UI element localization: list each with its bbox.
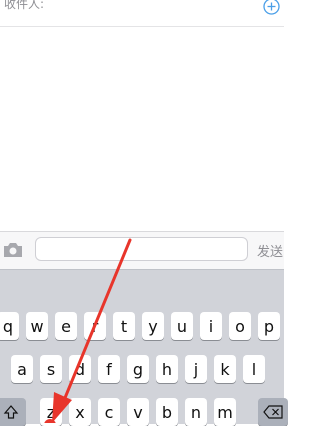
key-w[interactable]: w: [26, 312, 48, 340]
key-d[interactable]: d: [69, 355, 91, 383]
key-g[interactable]: g: [127, 355, 149, 383]
shift-key[interactable]: [0, 398, 26, 426]
key-n[interactable]: n: [185, 398, 207, 426]
key-r[interactable]: r: [84, 312, 106, 340]
recipient-bar: 收件人:: [0, 0, 284, 27]
backspace-icon: [263, 405, 283, 419]
key-t[interactable]: t: [113, 312, 135, 340]
key-v[interactable]: v: [127, 398, 149, 426]
key-f[interactable]: f: [98, 355, 120, 383]
key-k[interactable]: k: [214, 355, 236, 383]
key-s[interactable]: s: [40, 355, 62, 383]
key-z[interactable]: z: [40, 398, 62, 426]
key-u[interactable]: u: [171, 312, 193, 340]
key-h[interactable]: h: [156, 355, 178, 383]
key-i[interactable]: i: [200, 312, 222, 340]
key-q[interactable]: q: [0, 312, 19, 340]
send-button[interactable]: 发送: [257, 241, 283, 260]
shift-icon: [3, 405, 19, 419]
key-c[interactable]: c: [98, 398, 120, 426]
camera-icon[interactable]: [2, 241, 24, 259]
recipient-label: 收件人:: [4, 0, 45, 11]
key-x[interactable]: x: [69, 398, 91, 426]
key-j[interactable]: j: [185, 355, 207, 383]
key-p[interactable]: p: [258, 312, 280, 340]
keyboard-row-2: a s d f g h j k l: [0, 355, 284, 383]
key-o[interactable]: o: [229, 312, 251, 340]
key-b[interactable]: b: [156, 398, 178, 426]
message-thread-area: [0, 27, 284, 231]
keyboard-row-3: z x c v b n m: [0, 398, 288, 426]
add-contact-icon[interactable]: [263, 0, 280, 15]
keyboard-row-1: q w e r t y u i o p: [0, 312, 284, 340]
key-y[interactable]: y: [142, 312, 164, 340]
message-input[interactable]: [35, 237, 248, 261]
key-a[interactable]: a: [11, 355, 33, 383]
message-input-bar: 发送: [0, 231, 284, 269]
key-l[interactable]: l: [243, 355, 265, 383]
keyboard: q w e r t y u i o p a s d f g h j k l z …: [0, 269, 288, 426]
key-e[interactable]: e: [55, 312, 77, 340]
delete-key[interactable]: [258, 398, 288, 426]
key-m[interactable]: m: [214, 398, 236, 426]
